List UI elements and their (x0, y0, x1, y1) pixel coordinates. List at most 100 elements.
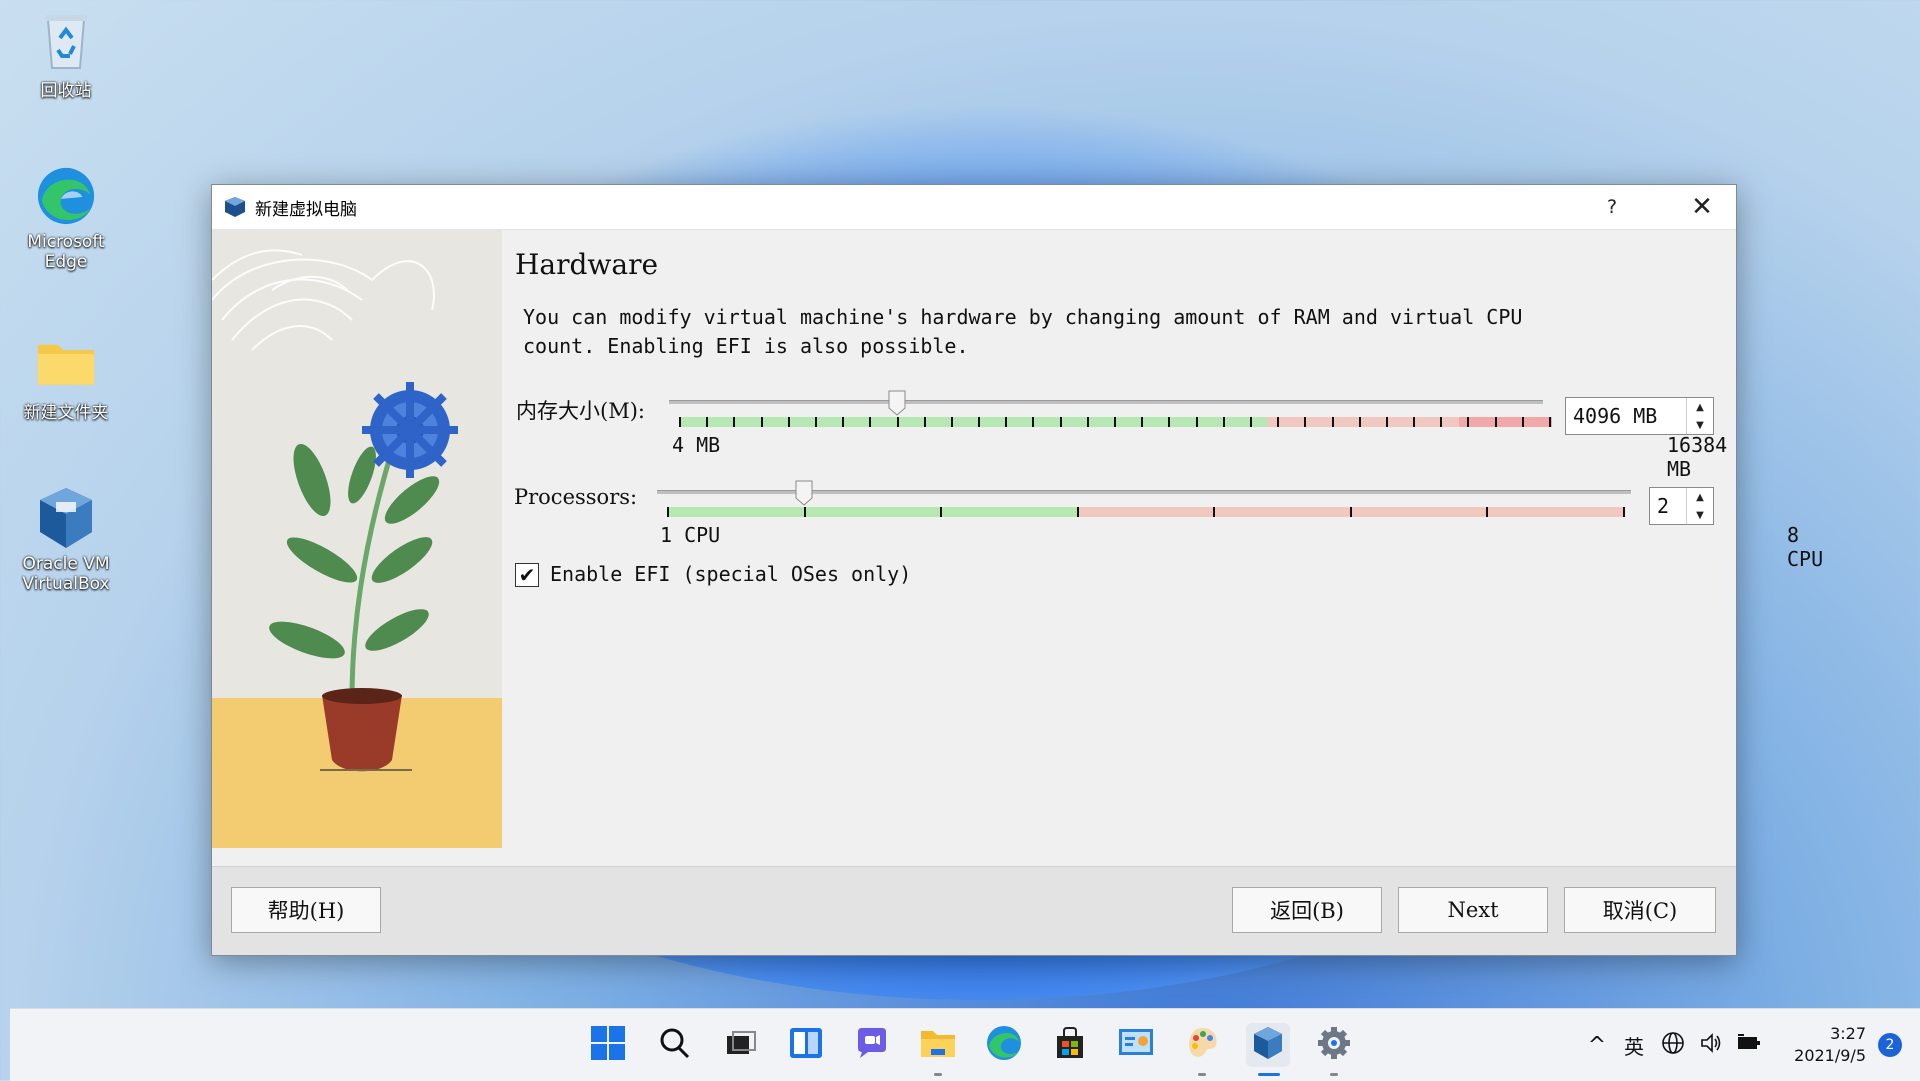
memory-slider-track[interactable] (669, 400, 1543, 404)
desktop-icon-label: 回收站 (40, 81, 92, 101)
wizard-content: Hardware You can modify virtual machine'… (512, 230, 1823, 860)
slider-tick (1549, 417, 1551, 427)
folder-icon (36, 332, 96, 392)
next-button[interactable]: Next (1398, 887, 1548, 933)
windows-logo-icon (591, 1026, 625, 1064)
slider-tick (1385, 417, 1388, 427)
taskbar: ^ 英 3:27 2021/9/5 2 (10, 1008, 1920, 1081)
task-view-icon (723, 1026, 757, 1064)
search-icon (657, 1026, 691, 1064)
control-panel-button[interactable] (1114, 1023, 1158, 1067)
running-indicator (934, 1073, 942, 1076)
context-help-button[interactable]: ? (1584, 185, 1640, 229)
spin-down-icon[interactable]: ▼ (1687, 416, 1713, 434)
task-view-button[interactable] (718, 1023, 762, 1067)
volume-icon[interactable] (1692, 1031, 1730, 1060)
gear-icon (1316, 1025, 1352, 1065)
clock-date: 2021/9/5 (1794, 1046, 1866, 1065)
close-button[interactable]: ✕ (1668, 185, 1736, 229)
slider-tick (1195, 417, 1198, 427)
slider-tick (1005, 417, 1008, 427)
start-button[interactable] (586, 1023, 630, 1067)
slider-tick (706, 417, 709, 427)
efi-label[interactable]: Enable EFI (special OSes only) (550, 562, 911, 586)
desktop-icon-recycle-bin[interactable]: 回收站 (16, 10, 116, 101)
paint-button[interactable] (1180, 1023, 1224, 1067)
slider-tick (1413, 417, 1416, 427)
slider-tick (1467, 417, 1470, 427)
slider-tick (803, 507, 806, 517)
slider-tick (733, 417, 736, 427)
virtualbox-button[interactable] (1246, 1023, 1290, 1067)
paint-palette-icon (1184, 1025, 1220, 1065)
spin-up-icon[interactable]: ▲ (1687, 398, 1713, 416)
dialog-titlebar[interactable]: 新建虚拟电脑 ? ✕ (212, 185, 1736, 230)
desktop-icon-label: Oracle VM VirtualBox (22, 554, 110, 594)
dialog-footer: 帮助(H) 返回(B) Next 取消(C) (212, 866, 1736, 955)
edge-button[interactable] (982, 1023, 1026, 1067)
widgets-button[interactable] (784, 1023, 828, 1067)
widgets-icon (788, 1026, 824, 1064)
slider-tick (1086, 417, 1089, 427)
memory-spinbox[interactable]: 4096 MB ▲ ▼ (1565, 397, 1714, 435)
slider-tick (1059, 417, 1062, 427)
slider-tick (1249, 417, 1252, 427)
processors-spinbox[interactable]: 2 ▲ ▼ (1649, 487, 1714, 525)
spin-down-icon[interactable]: ▼ (1687, 506, 1713, 524)
spin-up-icon[interactable]: ▲ (1687, 488, 1713, 506)
checkmark-icon: ✔ (518, 563, 536, 587)
dialog-title: 新建虚拟电脑 (255, 199, 357, 220)
cancel-button[interactable]: 取消(C) (1564, 887, 1716, 933)
slider-tick (667, 507, 669, 517)
desktop-icon-label: 新建文件夹 (23, 403, 109, 423)
edge-icon (36, 166, 96, 226)
slider-tick (1358, 417, 1361, 427)
help-button[interactable]: 帮助(H) (231, 887, 381, 933)
chat-button[interactable] (850, 1023, 894, 1067)
desktop-icon-new-folder[interactable]: 新建文件夹 (16, 332, 116, 423)
desktop-icon-label: Microsoft Edge (27, 232, 105, 272)
processors-value[interactable]: 2 (1650, 494, 1686, 518)
plant-illustration (212, 249, 502, 848)
store-button[interactable] (1048, 1023, 1092, 1067)
ime-indicator[interactable]: 英 (1614, 1031, 1654, 1060)
slider-tick (1486, 507, 1489, 517)
memory-slider-handle[interactable] (888, 390, 906, 416)
back-button[interactable]: 返回(B) (1232, 887, 1382, 933)
slider-tick (842, 417, 845, 427)
processors-slider-handle[interactable] (795, 480, 813, 506)
slider-tick (814, 417, 817, 427)
store-icon (1053, 1026, 1087, 1064)
search-button[interactable] (652, 1023, 696, 1067)
slider-tick (940, 507, 943, 517)
page-title: Hardware (515, 248, 659, 281)
desktop-icon-virtualbox[interactable]: Oracle VM VirtualBox (16, 488, 116, 594)
running-indicator (1330, 1073, 1338, 1076)
show-hidden-icons-button[interactable]: ^ (1580, 1033, 1614, 1058)
desktop-icon-edge[interactable]: Microsoft Edge (16, 166, 116, 272)
slider-tick (923, 417, 926, 427)
active-indicator (1258, 1073, 1280, 1076)
memory-max-label: 16384 MB (1667, 433, 1728, 481)
memory-value[interactable]: 4096 MB (1566, 404, 1686, 428)
slider-tick (1213, 507, 1216, 517)
network-globe-icon[interactable] (1654, 1031, 1692, 1060)
notification-badge[interactable]: 2 (1878, 1033, 1902, 1057)
folder-icon (919, 1027, 957, 1063)
slider-tick (1141, 417, 1144, 427)
slider-tick (760, 417, 763, 427)
taskbar-clock[interactable]: 3:27 2021/9/5 (1794, 1023, 1866, 1067)
battery-plug-icon[interactable] (1730, 1033, 1768, 1058)
processors-max-label: 8 CPU (1787, 523, 1824, 571)
wizard-illustration (212, 230, 502, 848)
processors-scale (667, 507, 1625, 517)
slider-tick (950, 417, 953, 427)
slider-tick (1277, 417, 1280, 427)
recycle-bin-icon (36, 10, 96, 70)
slider-tick (1331, 417, 1334, 427)
page-description: You can modify virtual machine's hardwar… (523, 305, 1523, 358)
efi-checkbox[interactable]: ✔ (515, 563, 539, 587)
file-explorer-button[interactable] (916, 1023, 960, 1067)
slider-tick (978, 417, 981, 427)
settings-button[interactable] (1312, 1023, 1356, 1067)
